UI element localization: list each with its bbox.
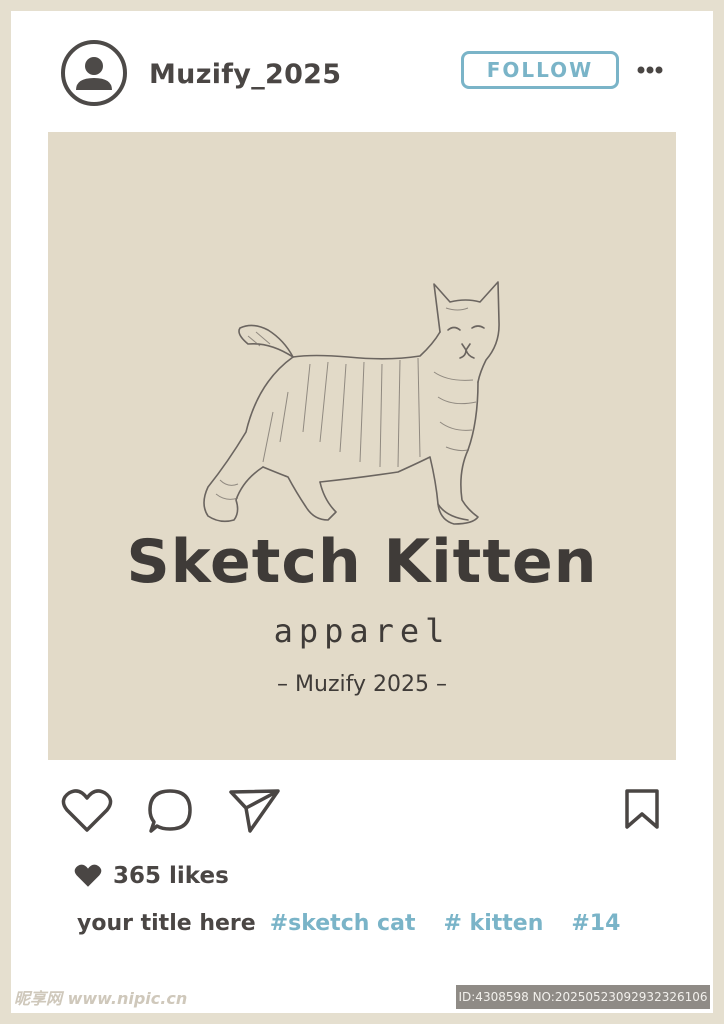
avatar[interactable] (61, 40, 127, 106)
post-card: Muzify_2025 FOLLOW Sketch Kitten apparel… (11, 11, 713, 1013)
follow-button[interactable]: FOLLOW (461, 51, 619, 89)
heart-icon[interactable] (61, 788, 113, 834)
watermark-site: 昵享网 www.nipic.cn (14, 989, 188, 1008)
cat-sketch-illustration (203, 281, 500, 525)
hashtag[interactable]: # kitten (443, 911, 543, 936)
caption-title: your title here (77, 911, 256, 936)
watermark-id: ID:4308598 NO:20250523092932326106 (456, 985, 710, 1009)
likes-row: 365 likes (73, 861, 229, 891)
heart-filled-icon (74, 864, 102, 887)
bookmark-icon[interactable] (624, 788, 660, 830)
brand-credit: – Muzify 2025 – (277, 672, 447, 697)
post-image[interactable]: Sketch Kitten apparel – Muzify 2025 – (48, 132, 676, 760)
more-dots-icon[interactable] (637, 65, 663, 75)
send-icon[interactable] (228, 788, 282, 834)
likes-count[interactable]: 365 likes (113, 863, 229, 889)
username[interactable]: Muzify_2025 (149, 59, 341, 90)
caption: your title here #sketch cat # kitten #14 (77, 911, 620, 936)
hashtag[interactable]: #14 (571, 911, 620, 936)
brand-subtitle: apparel (273, 612, 451, 650)
hashtag[interactable]: #sketch cat (270, 911, 416, 936)
post-header: Muzify_2025 FOLLOW (11, 11, 713, 131)
brand-title: Sketch Kitten (126, 527, 598, 597)
comment-icon[interactable] (146, 787, 194, 835)
user-icon (76, 57, 112, 90)
